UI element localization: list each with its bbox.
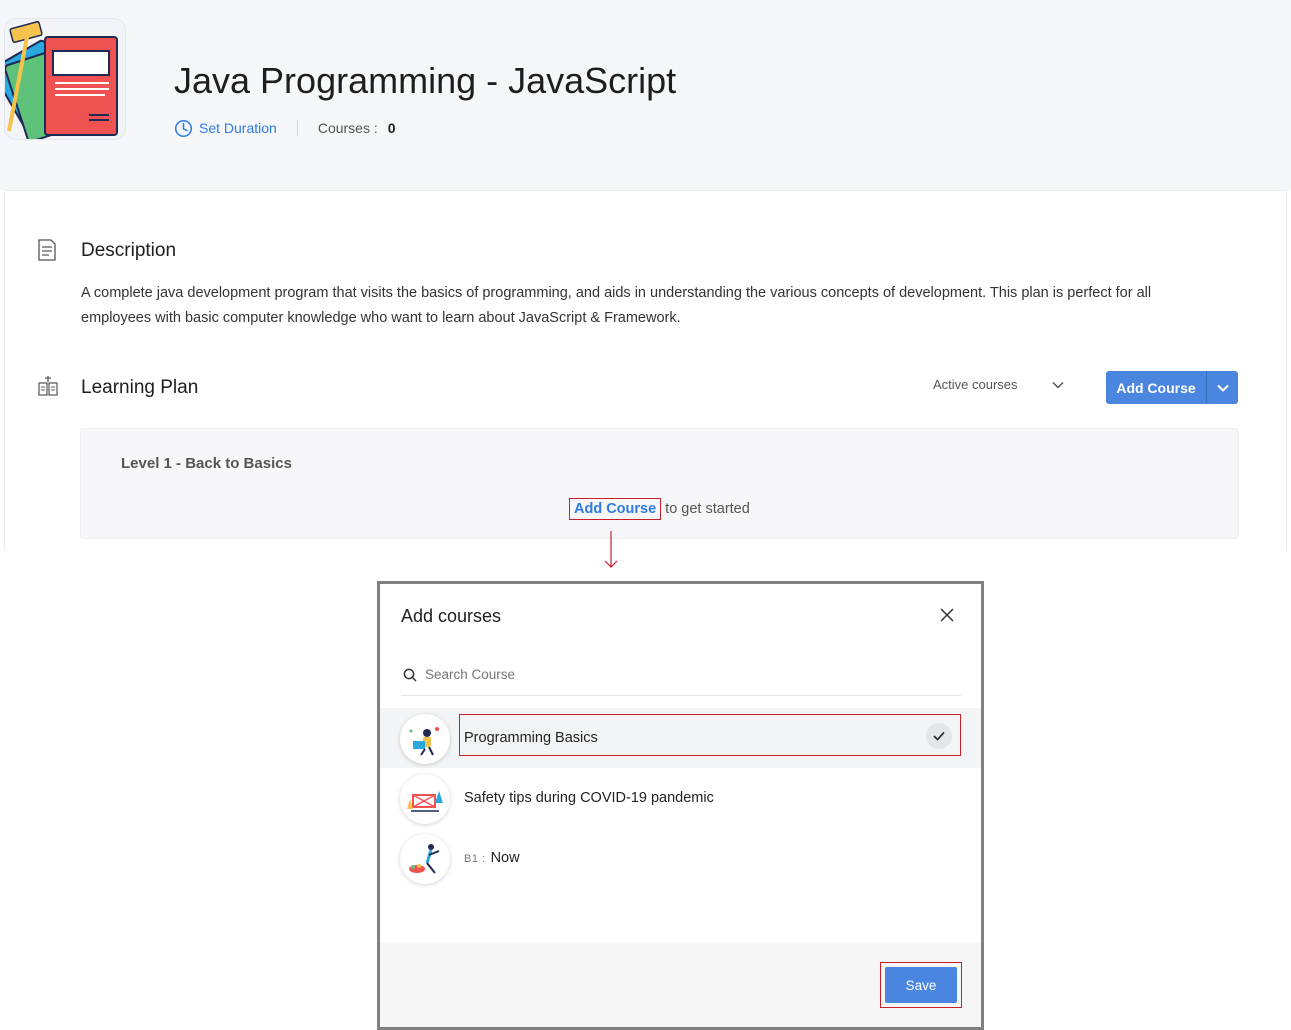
save-button[interactable]: Save: [885, 967, 957, 1003]
empty-level-text: to get started: [665, 501, 750, 517]
plan-details-card: Description A complete java development …: [4, 190, 1287, 550]
course-option-now[interactable]: B1 : Now: [380, 828, 981, 888]
dialog-title: Add courses: [401, 606, 502, 626]
add-course-link[interactable]: Add Course: [569, 498, 662, 520]
chevron-down-icon: [1216, 384, 1229, 392]
meta-divider: [296, 120, 298, 136]
close-icon: [940, 608, 954, 622]
learning-plan-heading: Learning Plan: [81, 377, 199, 398]
course-status-filter[interactable]: Active courses: [933, 377, 1064, 392]
chevron-down-icon: [1052, 381, 1064, 389]
learning-plan-icon: [37, 375, 59, 402]
plan-meta: Set Duration Courses : 0: [174, 117, 396, 139]
course-thumbnail: [400, 714, 450, 764]
set-duration-link[interactable]: Set Duration: [174, 119, 277, 138]
course-status-filter-value: Active courses: [933, 377, 1018, 392]
page-title: Java Programming - JavaScript: [174, 60, 677, 101]
course-thumbnail: [400, 834, 450, 884]
add-courses-dialog: Add courses Programming Basics: [377, 581, 984, 1030]
set-duration-label: Set Duration: [199, 120, 277, 136]
checkmark-icon: [926, 723, 952, 749]
course-name: Programming Basics: [464, 730, 598, 746]
description-heading: Description: [81, 240, 177, 261]
dialog-footer: Save: [380, 943, 981, 1027]
courses-count-value: 0: [387, 120, 396, 136]
course-name-group: B1 : Now: [464, 850, 520, 866]
description-text: A complete java development program that…: [81, 285, 1152, 326]
course-code-tag: B1 :: [464, 853, 486, 865]
add-course-button[interactable]: Add Course: [1106, 371, 1206, 404]
course-name: Safety tips during COVID-19 pandemic: [464, 790, 714, 806]
course-option-programming-basics[interactable]: Programming Basics: [380, 708, 981, 768]
arrow-down-icon: [604, 531, 618, 568]
search-icon: [403, 668, 417, 682]
search-input[interactable]: [425, 667, 945, 682]
clock-icon: [174, 119, 193, 137]
course-name: Now: [490, 850, 520, 866]
course-search: [401, 654, 961, 696]
courses-count-label: Courses :: [317, 120, 378, 136]
add-course-dropdown-toggle[interactable]: [1206, 371, 1238, 404]
close-button[interactable]: [936, 604, 958, 626]
add-course-split-button: Add Course: [1106, 371, 1238, 404]
plan-header: Java Programming - JavaScript Set Durati…: [0, 0, 1291, 190]
course-thumbnail: [400, 774, 450, 824]
level-title: Level 1 - Back to Basics: [121, 455, 292, 472]
empty-level-prompt: Add Course to get started: [569, 498, 750, 520]
save-highlight: Save: [880, 962, 962, 1008]
course-option-safety-tips[interactable]: Safety tips during COVID-19 pandemic: [380, 768, 981, 828]
level-section: Level 1 - Back to Basics Add Course to g…: [80, 428, 1239, 539]
document-icon: [37, 238, 57, 267]
plan-thumbnail: [4, 18, 126, 140]
